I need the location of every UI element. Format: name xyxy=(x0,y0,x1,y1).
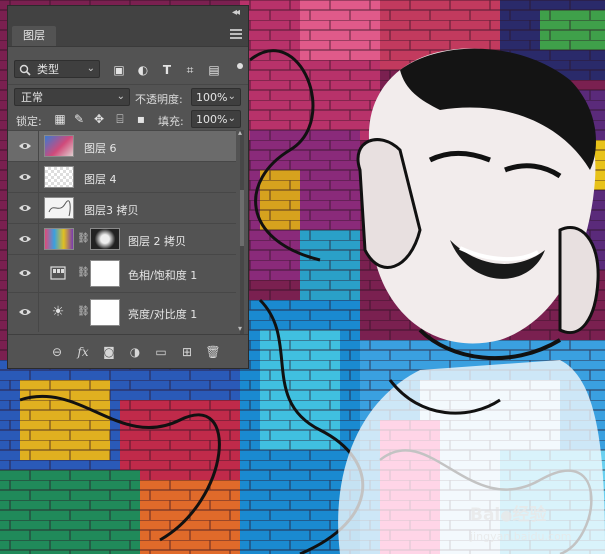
link-chain-icon[interactable]: ⛓ xyxy=(77,233,90,244)
hamburger-menu-icon[interactable] xyxy=(230,29,242,39)
lock-all-icon[interactable]: ▪ xyxy=(133,112,149,126)
chevron-down-icon: ⌄ xyxy=(116,91,125,102)
sketch-thumbnail-icon xyxy=(48,200,71,217)
search-icon xyxy=(19,64,31,76)
link-chain-icon[interactable]: ⛓ xyxy=(77,306,90,317)
new-adjustment-layer-icon[interactable]: ◑ xyxy=(126,344,144,360)
lock-label: 锁定: xyxy=(16,115,42,128)
layers-panel: ◂◂ 图层 类型 ⌄ ▣ ◐ T ⌗ ▤ 正常 ⌄ 不透明度: 100% ⌄ 锁… xyxy=(8,6,248,368)
baidu-watermark-logo: Bai●经验 jingyan.baidu.com xyxy=(470,500,572,545)
layer-mask-thumbnail[interactable] xyxy=(90,260,120,287)
panel-tab-row: 图层 xyxy=(8,22,248,47)
layer-name: 色相/饱和度 1 xyxy=(128,269,198,282)
filter-row: 类型 ⌄ ▣ ◐ T ⌗ ▤ xyxy=(8,56,248,82)
lock-artboard-icon[interactable]: ⌸ xyxy=(112,112,128,126)
fill-field[interactable]: 100% ⌄ xyxy=(191,110,241,128)
eye-visibility-icon[interactable] xyxy=(18,306,32,318)
layer-name: 图层 4 xyxy=(84,173,117,186)
opacity-field[interactable]: 100% ⌄ xyxy=(191,88,241,106)
panel-title-strip[interactable]: ◂◂ xyxy=(8,6,248,22)
layer-row[interactable]: ☀ ⛓ 亮度/对比度 1 xyxy=(8,292,236,332)
layer-thumbnail xyxy=(44,197,74,219)
watermark-url: jingyan.baidu.com xyxy=(470,530,572,543)
chevron-down-icon: ⌄ xyxy=(227,113,236,124)
delete-layer-icon[interactable]: 🗑 xyxy=(204,344,222,360)
layer-list: 图层 6 图层 4 图层3 拷贝 ⛓ 图层 2 拷贝 ⛓ 色相/饱和度 1 ☀ … xyxy=(8,130,248,334)
watermark-brand: Bai xyxy=(470,505,501,525)
lock-position-icon[interactable]: ✥ xyxy=(91,112,107,126)
layer-list-scrollbar[interactable]: ▴ ▾ xyxy=(238,128,246,334)
filter-type-dropdown[interactable]: 类型 ⌄ xyxy=(14,60,100,78)
layer-name: 亮度/对比度 1 xyxy=(128,308,198,321)
paw-icon: ● xyxy=(500,508,513,524)
layer-thumbnail xyxy=(44,166,74,188)
eye-visibility-icon[interactable] xyxy=(18,233,32,245)
filter-type-label: 类型 xyxy=(37,63,59,76)
eye-visibility-icon[interactable] xyxy=(18,171,32,183)
lock-transparent-pixels-icon[interactable]: ▦ xyxy=(52,112,68,126)
tab-layers[interactable]: 图层 xyxy=(12,26,56,46)
layer-thumbnail xyxy=(44,135,74,157)
brightness-contrast-adjustment-icon: ☀ xyxy=(51,304,65,320)
new-group-icon[interactable]: ▭ xyxy=(152,344,170,360)
blend-mode-value: 正常 xyxy=(21,91,43,104)
smart-object-filter-icon[interactable]: ▤ xyxy=(206,63,222,77)
new-layer-icon[interactable]: ⊞ xyxy=(178,344,196,360)
opacity-value: 100% xyxy=(196,91,228,104)
layer-row[interactable]: 图层 4 xyxy=(8,161,236,193)
layers-bottom-toolbar: ⊖ fx ◙ ◑ ▭ ⊞ 🗑 xyxy=(8,334,248,369)
layer-name: 图层 6 xyxy=(84,142,117,155)
fill-value: 100% xyxy=(196,113,228,126)
eye-visibility-icon[interactable] xyxy=(18,140,32,152)
lock-image-pixels-icon[interactable]: ✎ xyxy=(71,112,87,126)
text-filter-icon[interactable]: T xyxy=(159,63,175,77)
scrollbar-thumb[interactable] xyxy=(240,190,244,246)
blend-row: 正常 ⌄ 不透明度: 100% ⌄ xyxy=(8,84,248,107)
scroll-up-icon[interactable]: ▴ xyxy=(238,128,242,137)
eye-visibility-icon[interactable] xyxy=(18,202,32,214)
eye-visibility-icon[interactable] xyxy=(18,267,32,279)
chevron-down-icon: ⌄ xyxy=(86,63,95,74)
adjustment-filter-icon[interactable]: ◐ xyxy=(135,63,151,77)
scroll-down-icon[interactable]: ▾ xyxy=(238,324,242,333)
layer-mask-thumbnail[interactable] xyxy=(90,299,120,326)
watermark-brand2: 经验 xyxy=(512,505,547,525)
layer-style-fx-icon[interactable]: fx xyxy=(74,344,92,360)
layer-row[interactable]: 图层3 拷贝 xyxy=(8,192,236,224)
hue-saturation-adjustment-icon xyxy=(50,266,66,280)
layer-thumbnail xyxy=(44,228,74,250)
shape-filter-icon[interactable]: ⌗ xyxy=(182,63,198,77)
layer-row[interactable]: ⛓ 色相/饱和度 1 xyxy=(8,254,236,292)
blend-mode-dropdown[interactable]: 正常 ⌄ xyxy=(14,88,130,106)
image-filter-icon[interactable]: ▣ xyxy=(111,63,127,77)
lock-row: 锁定: ▦ ✎ ✥ ⌸ ▪ 填充: 100% ⌄ xyxy=(8,108,248,130)
link-layers-icon[interactable]: ⊖ xyxy=(48,344,66,360)
layer-name: 图层3 拷贝 xyxy=(84,204,139,217)
opacity-label: 不透明度: xyxy=(135,93,183,106)
layer-row[interactable]: ⛓ 图层 2 拷贝 xyxy=(8,223,236,255)
fill-label: 填充: xyxy=(158,115,184,128)
layer-mask-thumbnail[interactable] xyxy=(90,228,120,250)
double-chevron-right-icon[interactable]: ◂◂ xyxy=(232,7,240,18)
filter-toggle-icon[interactable] xyxy=(237,63,243,69)
chevron-down-icon: ⌄ xyxy=(227,91,236,102)
layer-row[interactable]: 图层 6 xyxy=(8,130,236,162)
layer-name: 图层 2 拷贝 xyxy=(128,235,186,248)
add-mask-icon[interactable]: ◙ xyxy=(100,344,118,360)
link-chain-icon[interactable]: ⛓ xyxy=(77,267,90,278)
